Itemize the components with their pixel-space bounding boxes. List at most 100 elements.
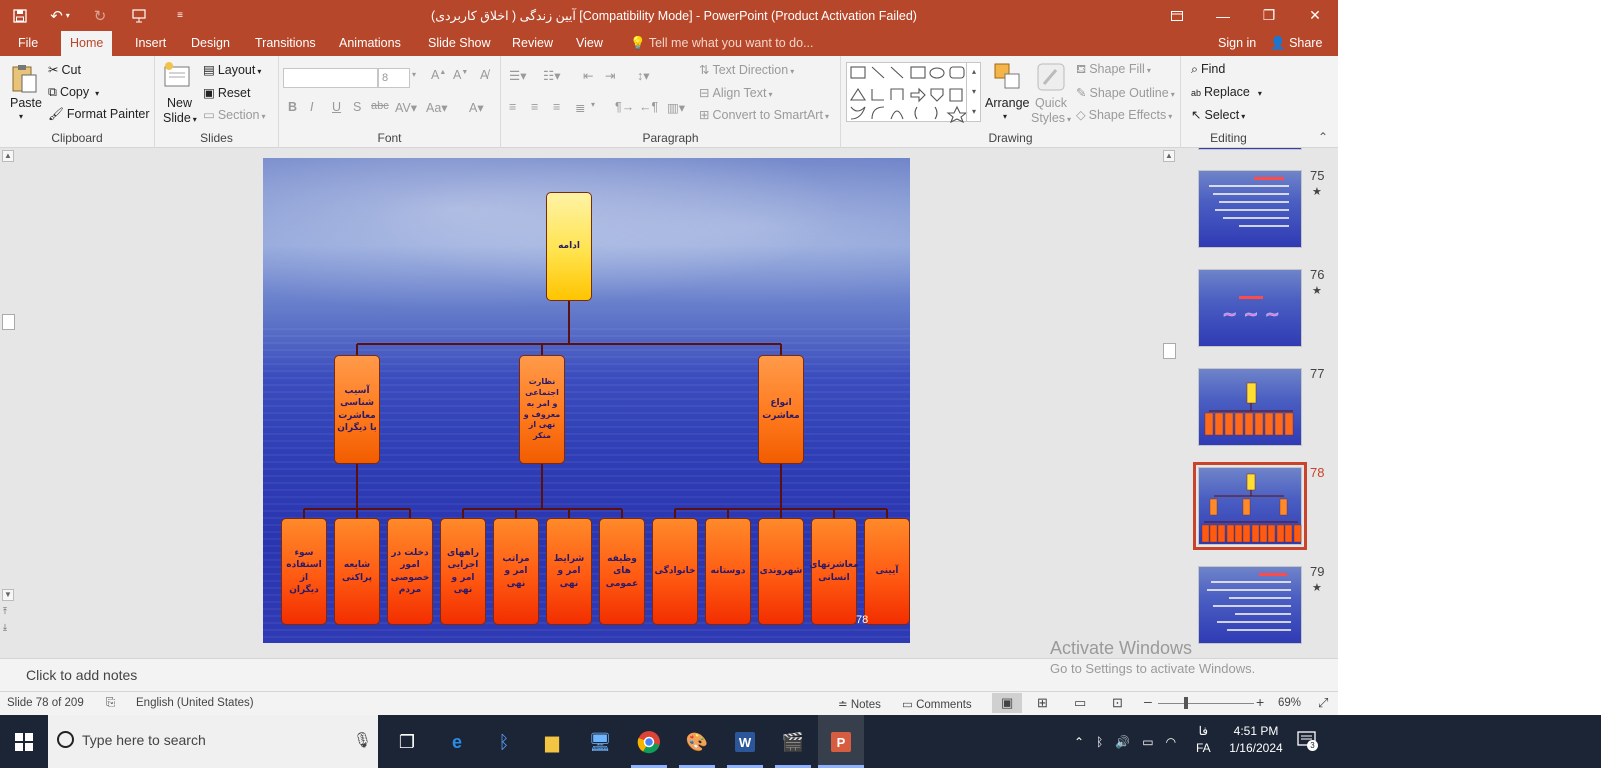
arrange-dropdown-icon[interactable]: ▾ [1003,112,1007,121]
new-slide-label-1[interactable]: New [167,96,192,110]
reset-button[interactable]: ▣ Reset [203,85,250,100]
taskbar-search-box[interactable]: Type here to search 🎙 [48,715,378,768]
edge-icon[interactable]: e [440,725,474,759]
volume-icon[interactable]: 🔊 [1115,735,1130,749]
scroll-up-icon[interactable]: ▲ [2,150,14,162]
zoom-in-icon[interactable]: + [1256,694,1264,710]
cut-button[interactable]: ✂ Cut [48,62,81,77]
tab-insert[interactable]: Insert [126,31,175,56]
select-button[interactable]: ↖ Select ▾ [1191,107,1245,122]
align-right-icon[interactable]: ≡ [553,100,560,114]
shrink-font-icon[interactable]: A▼ [453,68,468,82]
next-slide-icon[interactable]: ⤓ [3,622,7,632]
org-box-mid-1[interactable]: آسیب شناسی معاشرت با دیگران [334,355,380,464]
share-button[interactable]: 👤 Share [1270,31,1322,56]
word-icon[interactable]: W [728,725,762,759]
align-text-button[interactable]: ⊟ Align Text ▾ [699,85,772,100]
computer-icon[interactable]: 🖥 [583,725,617,759]
arrange-button[interactable]: Arrange [985,96,1029,110]
grow-font-icon[interactable]: A▲ [431,68,446,82]
paint-icon[interactable]: 🎨 [680,725,714,759]
thumbnail-77[interactable] [1198,368,1302,446]
paste-dropdown-icon[interactable]: ▾ [19,112,23,121]
org-box-bottom-9[interactable]: دوستانه [705,518,751,625]
strikethrough-icon[interactable]: abc [371,100,389,112]
quick-styles-label-1[interactable]: Quick [1035,96,1067,110]
tab-home[interactable]: Home [61,31,113,56]
convert-smartart-button[interactable]: ⊞ Convert to SmartArt ▾ [699,107,829,122]
scroll-down-icon[interactable]: ▼ [2,589,14,601]
character-spacing-icon[interactable]: AV▾ [395,100,417,115]
copy-button[interactable]: ⧉ Copy ▾ [48,85,99,100]
quick-styles-label-2[interactable]: Styles ▾ [1031,111,1071,125]
slide-sorter-icon[interactable]: ⊞ [1037,695,1048,711]
bluetooth-tray-icon[interactable]: ᛒ [1096,735,1103,749]
new-slide-label-2[interactable]: Slide ▾ [163,111,197,125]
show-hidden-icons[interactable]: ⌃ [1074,735,1084,749]
org-box-bottom-4[interactable]: راههای اجرایی امر و نهی [440,518,486,625]
replace-button[interactable]: ab Replace ▾ [1191,85,1262,99]
task-view-icon[interactable]: ❐ [390,725,424,759]
align-left-icon[interactable]: ≡ [509,100,516,114]
thumbnail-74-partial[interactable] [1198,148,1302,150]
minimize-icon[interactable]: — [1200,0,1246,31]
scroll-thumb[interactable] [2,314,15,330]
org-box-bottom-1[interactable]: سوء استفاده از دیگران [281,518,327,625]
org-box-mid-3[interactable]: انواع معاشرت [758,355,804,464]
shapes-gallery[interactable] [846,62,981,124]
tab-slide-show[interactable]: Slide Show [419,31,500,56]
tab-view[interactable]: View [567,31,612,56]
zoom-out-icon[interactable]: – [1144,693,1152,709]
bold-icon[interactable]: B [288,100,297,114]
font-size-field[interactable]: 8 [378,68,410,88]
org-box-bottom-11[interactable]: معاشرتهای انسانی [809,518,859,625]
canvas-right-scrollbar[interactable]: ▲ ▼ [1160,148,1178,691]
shapes-scroll[interactable]: ▴ ▾ ▾ [966,62,981,122]
org-box-mid-2[interactable]: نظارت اجتماعی و امر به معروف و نهی از من… [519,355,565,464]
microphone-icon[interactable]: 🎙 [353,731,372,749]
zoom-slider-thumb[interactable] [1184,697,1188,709]
line-spacing-icon[interactable]: ↕▾ [637,68,650,83]
close-icon[interactable]: ✕ [1292,0,1338,31]
paste-icon[interactable] [9,63,39,93]
restore-icon[interactable]: ❐ [1246,0,1292,31]
section-button[interactable]: ▭ Section ▾ [203,107,266,122]
language-status[interactable]: English (United States) [136,697,254,709]
slide-show-icon[interactable]: ⊡ [1112,695,1123,711]
zoom-slider[interactable] [1158,703,1254,704]
font-color-icon[interactable]: A▾ [469,100,484,115]
org-box-bottom-10[interactable]: شهروندی [758,518,804,625]
action-center-icon[interactable]: 3 [1296,729,1318,751]
shadow-icon[interactable]: S [353,100,361,114]
shape-fill-button[interactable]: ⛾ Shape Fill ▾ [1076,62,1151,78]
comments-toggle[interactable]: ▭ Comments [902,697,972,711]
thumbnail-79[interactable] [1198,566,1302,644]
collapse-ribbon-icon[interactable]: ⌃ [1318,130,1328,144]
video-editor-icon[interactable]: 🎬 [776,725,810,759]
notes-placeholder[interactable]: Click to add notes [26,667,137,683]
org-box-bottom-2[interactable]: شایعه پراکنی [334,518,380,625]
tab-file[interactable]: File [9,31,47,56]
wifi-icon[interactable]: ◠ [1166,735,1176,749]
zoom-level[interactable]: 69% [1278,697,1301,709]
thumb-scroll-up-icon[interactable]: ▲ [1163,150,1175,162]
find-button[interactable]: ⌕ Find [1191,62,1225,77]
slide-canvas[interactable]: ادامه آسیب شناسی معاشرت با دیگران نظارت … [263,158,910,643]
rtl-icon[interactable]: ←¶ [639,100,658,114]
input-language[interactable]: فا FA [1196,723,1211,757]
windows-start-icon[interactable] [0,715,48,768]
file-explorer-icon[interactable]: ▆ [535,725,569,759]
shape-outline-button[interactable]: ✎ Shape Outline ▾ [1076,85,1175,100]
numbering-icon[interactable]: ☷▾ [543,68,560,83]
new-slide-icon[interactable] [163,61,193,91]
decrease-indent-icon[interactable]: ⇤ [583,68,593,83]
increase-indent-icon[interactable]: ⇥ [605,68,615,83]
tell-me-box[interactable]: 💡 Tell me what you want to do... [630,31,814,56]
bullets-icon[interactable]: ☰▾ [509,68,526,83]
thumbnail-75[interactable] [1198,170,1302,248]
columns-icon[interactable]: ▥▾ [667,100,685,115]
fit-slide-icon[interactable]: ⤢ [1318,695,1328,711]
arrange-icon[interactable] [993,62,1023,92]
align-center-icon[interactable]: ≡ [531,100,538,114]
change-case-icon[interactable]: Aa▾ [426,100,448,115]
